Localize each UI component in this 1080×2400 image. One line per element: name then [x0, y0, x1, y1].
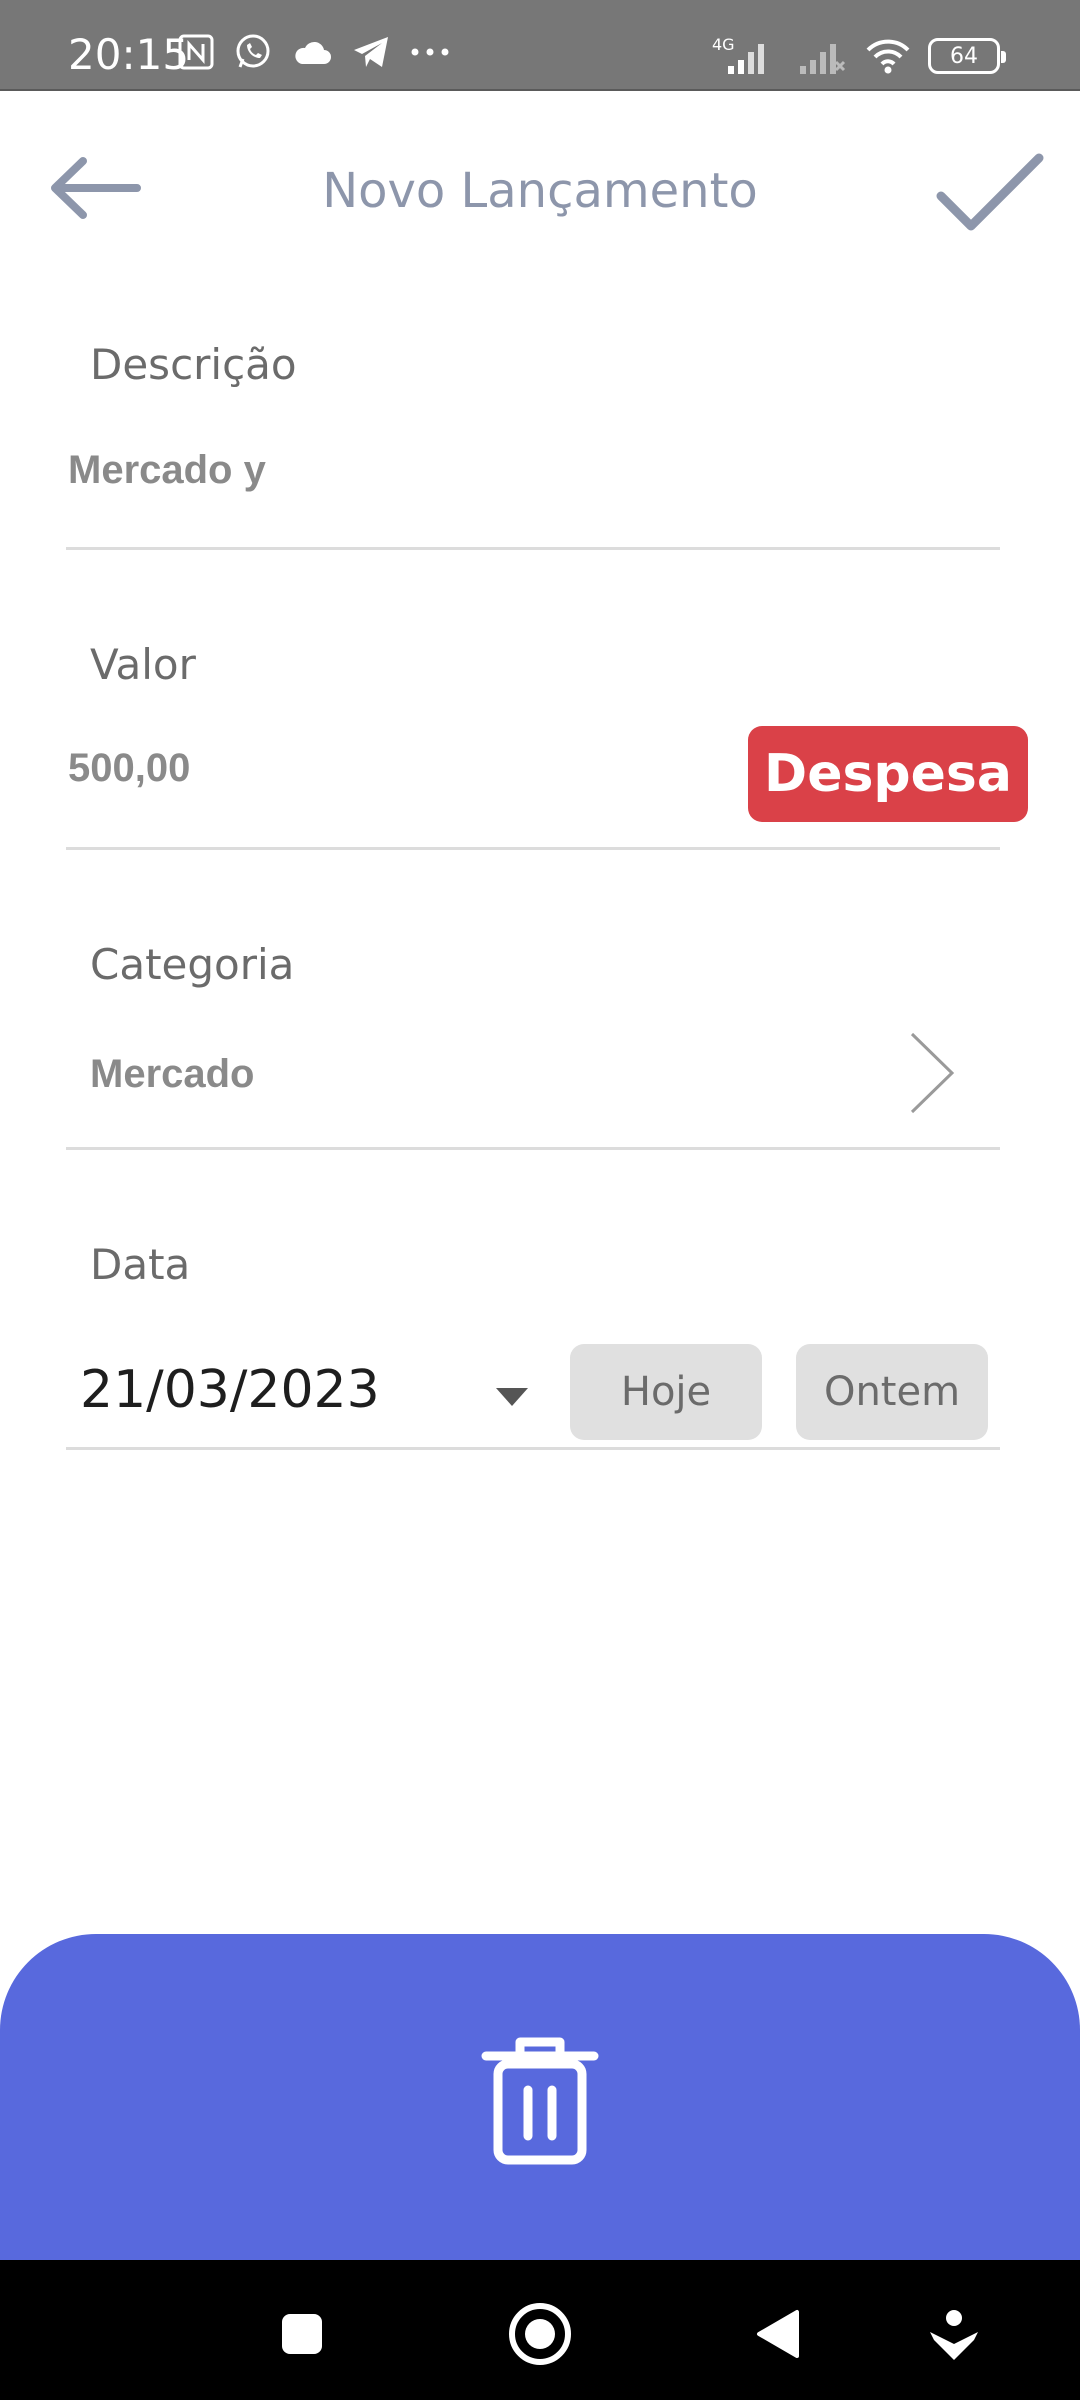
- amount-label: Valor: [90, 640, 196, 689]
- cloud-icon: [292, 38, 332, 66]
- screen: 20:15 4G 64 Novo Lançamento Descrição Me…: [0, 0, 1080, 2400]
- amount-input[interactable]: 500,00: [68, 746, 190, 791]
- yesterday-button[interactable]: Ontem: [796, 1344, 988, 1440]
- category-field[interactable]: Categoria Mercado: [66, 900, 1000, 1150]
- system-icons: 4G 64: [712, 34, 1006, 78]
- back-triangle-icon: [757, 2310, 799, 2358]
- status-bar: 20:15 4G 64: [0, 0, 1080, 91]
- telegram-icon: [352, 35, 390, 69]
- battery-level: 64: [950, 43, 978, 69]
- system-nav-bar: [0, 2260, 1080, 2400]
- app-header: Novo Lançamento: [0, 93, 1080, 293]
- whatsapp-icon: [234, 33, 272, 71]
- home-button[interactable]: [502, 2296, 578, 2372]
- status-time: 20:15: [68, 30, 190, 79]
- more-dots-icon: [410, 47, 450, 57]
- chevron-right-icon[interactable]: [900, 1028, 960, 1118]
- delete-button[interactable]: [476, 2030, 604, 2170]
- description-field[interactable]: Descrição Mercado y: [66, 300, 1000, 550]
- bottom-action-bar: [0, 1934, 1080, 2260]
- date-picker-value[interactable]: 21/03/2023: [80, 1360, 380, 1420]
- accessibility-button[interactable]: [916, 2296, 992, 2372]
- notification-icons: [178, 30, 450, 74]
- battery-icon: 64: [928, 38, 1006, 74]
- description-label: Descrição: [90, 340, 297, 389]
- amount-field[interactable]: Valor 500,00 Despesa: [66, 600, 1028, 850]
- confirm-button[interactable]: [930, 137, 1050, 247]
- svg-text:4G: 4G: [712, 36, 735, 54]
- today-button[interactable]: Hoje: [570, 1344, 762, 1440]
- category-label: Categoria: [90, 940, 295, 989]
- page-title: Novo Lançamento: [322, 163, 758, 219]
- expense-type-button[interactable]: Despesa: [748, 726, 1028, 822]
- caret-down-icon[interactable]: [494, 1386, 530, 1408]
- date-field: Data 21/03/2023 Hoje Ontem: [66, 1200, 1000, 1450]
- accessibility-icon: [930, 2310, 978, 2360]
- date-label: Data: [90, 1240, 191, 1289]
- trash-icon: [481, 2037, 599, 2165]
- recents-square-icon: [282, 2314, 322, 2354]
- category-value[interactable]: Mercado: [90, 1052, 255, 1097]
- wifi-icon: [864, 36, 912, 76]
- home-circle-icon: [509, 2303, 571, 2365]
- recents-button[interactable]: [264, 2296, 340, 2372]
- signal-empty-icon: [798, 36, 848, 76]
- back-nav-button[interactable]: [740, 2296, 816, 2372]
- checkmark-icon: [936, 153, 1044, 231]
- description-input[interactable]: Mercado y: [68, 448, 266, 493]
- nfc-icon: [178, 34, 214, 70]
- signal-4g-icon: 4G: [712, 36, 782, 76]
